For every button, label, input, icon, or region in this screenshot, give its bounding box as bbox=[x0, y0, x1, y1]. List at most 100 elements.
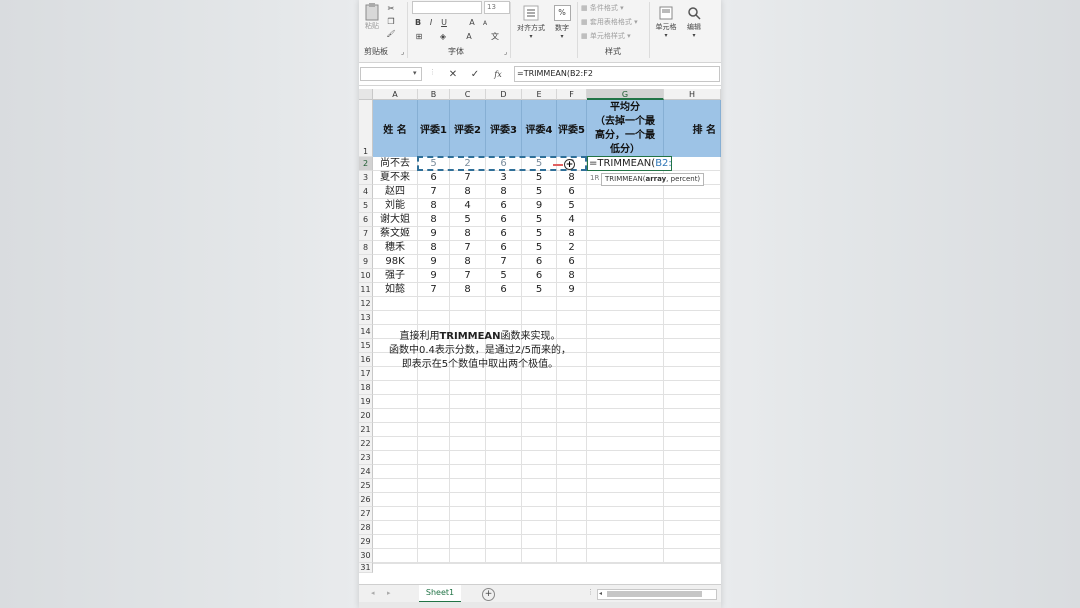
cell-empty[interactable] bbox=[522, 493, 557, 507]
cell-empty[interactable] bbox=[373, 437, 418, 451]
cell-score[interactable]: 6 bbox=[522, 269, 557, 283]
cell-score[interactable]: 3 bbox=[486, 171, 522, 185]
row-header-10[interactable]: 10 bbox=[359, 269, 373, 283]
cell-name[interactable]: 尚不去 bbox=[373, 157, 418, 171]
cell-empty[interactable] bbox=[373, 507, 418, 521]
row-header-2[interactable]: 2 bbox=[359, 157, 373, 171]
cell-empty[interactable] bbox=[557, 381, 587, 395]
row-header-27[interactable]: 27 bbox=[359, 507, 373, 521]
cell-score[interactable]: 5 bbox=[522, 213, 557, 227]
cell-empty[interactable] bbox=[486, 395, 522, 409]
cell-empty[interactable] bbox=[522, 311, 557, 325]
row-header-7[interactable]: 7 bbox=[359, 227, 373, 241]
row-header-3[interactable]: 3 bbox=[359, 171, 373, 185]
conditional-format-button[interactable]: ▦ 条件格式 ▾ bbox=[581, 3, 624, 13]
cell-empty[interactable] bbox=[664, 157, 721, 171]
cell-empty[interactable] bbox=[664, 241, 721, 255]
formula-input[interactable]: =TRIMMEAN(B2:F2 bbox=[514, 66, 720, 82]
cell-name[interactable]: 穗禾 bbox=[373, 241, 418, 255]
cell-empty[interactable] bbox=[587, 521, 664, 535]
cell-empty[interactable] bbox=[418, 465, 450, 479]
cell-empty[interactable] bbox=[373, 563, 418, 564]
tab-splitter-icon[interactable]: ⋮ bbox=[587, 588, 594, 596]
column-header-a[interactable]: A bbox=[373, 89, 418, 100]
row-header-12[interactable]: 12 bbox=[359, 297, 373, 311]
cell-empty[interactable] bbox=[587, 241, 664, 255]
format-as-table-button[interactable]: ▦ 套用表格格式 ▾ bbox=[581, 17, 638, 27]
cell-empty[interactable] bbox=[486, 465, 522, 479]
cell-empty[interactable] bbox=[450, 423, 486, 437]
cell-empty[interactable] bbox=[522, 479, 557, 493]
cell-empty[interactable] bbox=[418, 493, 450, 507]
cell-score[interactable]: 2 bbox=[557, 241, 587, 255]
cells-button[interactable]: 单元格 ▾ bbox=[653, 2, 679, 42]
row-header-18[interactable]: 18 bbox=[359, 381, 373, 395]
cell-name[interactable]: 赵四 bbox=[373, 185, 418, 199]
cell-score[interactable]: 6 bbox=[486, 241, 522, 255]
font-name-box[interactable] bbox=[412, 1, 482, 14]
cell-empty[interactable] bbox=[450, 493, 486, 507]
cell-empty[interactable] bbox=[486, 297, 522, 311]
worksheet-grid[interactable]: A B C D E F G H 1 2 3 4 5 6 7 8 9 10 11 12 13 14 15 16 17 18 19 20 2… bbox=[359, 89, 721, 584]
cell-empty[interactable] bbox=[418, 311, 450, 325]
row-header-21[interactable]: 21 bbox=[359, 423, 373, 437]
cell-empty[interactable] bbox=[486, 563, 522, 564]
cell-name[interactable]: 刘能 bbox=[373, 199, 418, 213]
row-header-5[interactable]: 5 bbox=[359, 199, 373, 213]
cell-empty[interactable] bbox=[418, 535, 450, 549]
next-sheet-icon[interactable]: ▸ bbox=[387, 589, 391, 597]
cell-score[interactable]: 8 bbox=[557, 269, 587, 283]
cell-score[interactable]: 8 bbox=[450, 255, 486, 269]
cell-empty[interactable] bbox=[418, 409, 450, 423]
cell-empty[interactable] bbox=[587, 339, 664, 353]
cell-empty[interactable] bbox=[522, 549, 557, 563]
row-header-16[interactable]: 16 bbox=[359, 353, 373, 367]
cell-empty[interactable] bbox=[664, 465, 721, 479]
confirm-entry-icon[interactable]: ✓ bbox=[469, 68, 481, 80]
font-color-button[interactable]: A bbox=[463, 31, 475, 41]
cell-empty[interactable] bbox=[450, 437, 486, 451]
cell-empty[interactable] bbox=[486, 311, 522, 325]
cell-empty[interactable] bbox=[557, 479, 587, 493]
cell-score[interactable]: 9 bbox=[418, 227, 450, 241]
cell-empty[interactable] bbox=[418, 451, 450, 465]
column-header-h[interactable]: H bbox=[664, 89, 721, 100]
column-header-b[interactable]: B bbox=[418, 89, 450, 100]
select-all-corner[interactable] bbox=[359, 89, 373, 100]
cell-styles-button[interactable]: ▦ 单元格样式 ▾ bbox=[581, 31, 631, 41]
row-header-20[interactable]: 20 bbox=[359, 409, 373, 423]
cell-empty[interactable] bbox=[486, 381, 522, 395]
cell-empty[interactable] bbox=[522, 381, 557, 395]
cell-empty[interactable] bbox=[587, 479, 664, 493]
cell-score[interactable]: 8 bbox=[486, 185, 522, 199]
cell-empty[interactable] bbox=[587, 283, 664, 297]
cell-score[interactable]: 7 bbox=[450, 269, 486, 283]
cell-empty[interactable] bbox=[664, 423, 721, 437]
cell-empty[interactable] bbox=[587, 311, 664, 325]
column-header-f[interactable]: F bbox=[557, 89, 587, 100]
cell-empty[interactable] bbox=[557, 297, 587, 311]
cell-score[interactable]: 6 bbox=[557, 185, 587, 199]
cell-score[interactable]: 5 bbox=[486, 269, 522, 283]
row-header-4[interactable]: 4 bbox=[359, 185, 373, 199]
cell-empty[interactable] bbox=[418, 381, 450, 395]
cell-score[interactable]: 9 bbox=[522, 199, 557, 213]
cell-empty[interactable] bbox=[450, 465, 486, 479]
cell-empty[interactable] bbox=[587, 437, 664, 451]
cell-empty[interactable] bbox=[373, 451, 418, 465]
cell-score[interactable]: 6 bbox=[486, 213, 522, 227]
row-header-23[interactable]: 23 bbox=[359, 451, 373, 465]
column-header-c[interactable]: C bbox=[450, 89, 486, 100]
row-header-24[interactable]: 24 bbox=[359, 465, 373, 479]
cell-empty[interactable] bbox=[557, 409, 587, 423]
cell-score[interactable]: 7 bbox=[418, 185, 450, 199]
cell-score[interactable]: 6 bbox=[486, 283, 522, 297]
header-judge1[interactable]: 评委1 bbox=[418, 100, 450, 157]
header-judge2[interactable]: 评委2 bbox=[450, 100, 486, 157]
underline-button[interactable]: U bbox=[439, 17, 449, 27]
cell-empty[interactable] bbox=[557, 563, 587, 564]
cell-empty[interactable] bbox=[587, 395, 664, 409]
cell-score[interactable]: 8 bbox=[557, 171, 587, 185]
cell-empty[interactable] bbox=[557, 493, 587, 507]
row-header-30[interactable]: 30 bbox=[359, 549, 373, 563]
